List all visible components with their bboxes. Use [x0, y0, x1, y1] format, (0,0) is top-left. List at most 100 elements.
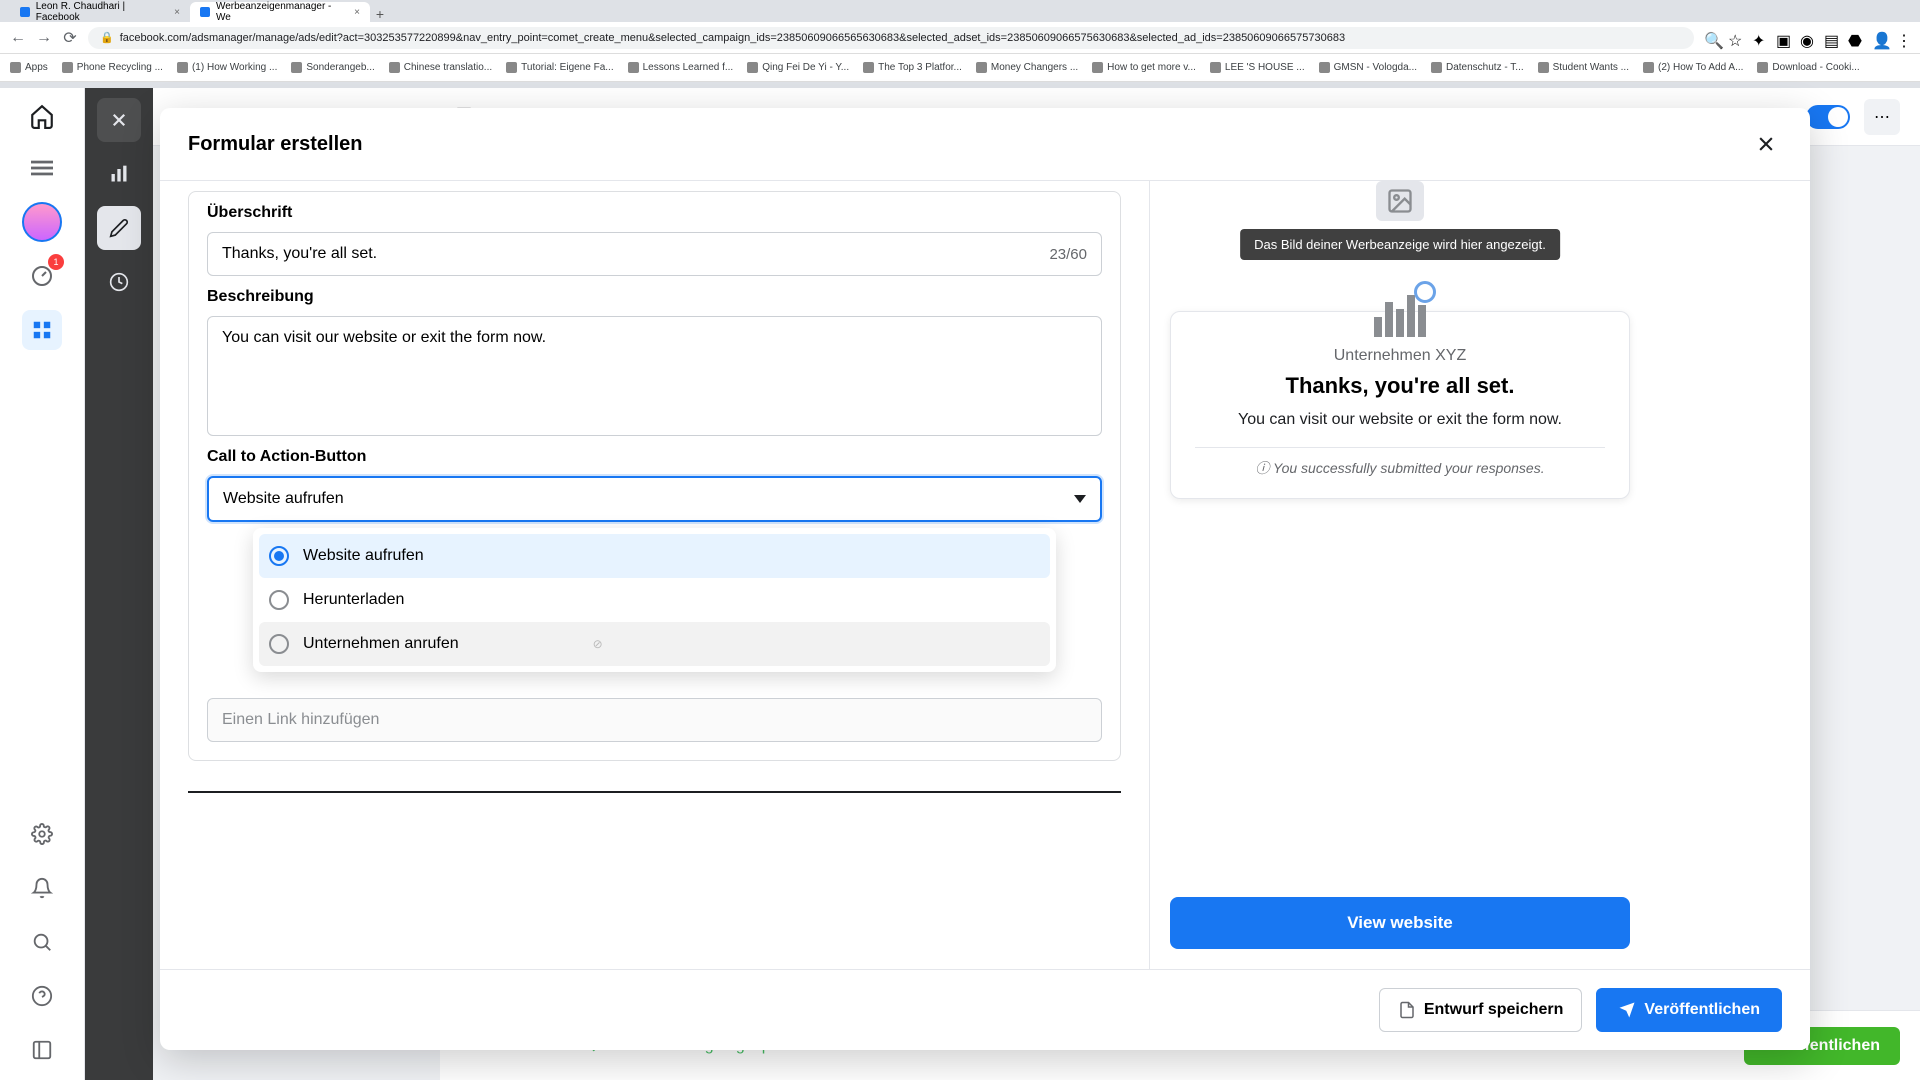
bookmark-icon — [291, 62, 302, 73]
divider — [1195, 447, 1605, 448]
section-divider — [188, 791, 1121, 793]
bookmark-item[interactable]: Download - Cooki... — [1757, 62, 1859, 73]
cta-option-download[interactable]: Herunterladen — [259, 578, 1050, 622]
modal-close-button[interactable] — [1750, 128, 1782, 160]
gear-icon[interactable] — [22, 814, 62, 854]
forward-icon[interactable]: → — [36, 30, 52, 46]
heading-input[interactable]: Thanks, you're all set. 23/60 — [207, 232, 1102, 276]
company-logo-icon — [1370, 287, 1430, 337]
browser-tab-1[interactable]: Werbeanzeigenmanager - We× — [190, 2, 370, 22]
preview-cta-button[interactable]: View website — [1170, 897, 1630, 949]
option-label: Herunterladen — [303, 591, 404, 609]
close-icon[interactable]: × — [174, 7, 180, 18]
bookmark-item[interactable]: The Top 3 Platfor... — [863, 62, 962, 73]
bookmark-item[interactable]: Money Changers ... — [976, 62, 1078, 73]
home-icon[interactable] — [24, 98, 60, 134]
description-textarea[interactable]: You can visit our website or exit the fo… — [207, 316, 1102, 436]
bookmark-bar: Apps Phone Recycling ... (1) How Working… — [0, 54, 1920, 82]
link-input[interactable]: Einen Link hinzufügen — [207, 698, 1102, 742]
menu-icon[interactable]: ⋮ — [1896, 31, 1910, 45]
edit-icon[interactable] — [97, 206, 141, 250]
favicon-icon — [20, 7, 30, 17]
bookmark-icon — [863, 62, 874, 73]
search-icon[interactable] — [22, 922, 62, 962]
more-menu-button[interactable]: ⋯ — [1864, 99, 1900, 135]
url-bar: ← → ⟳ 🔒facebook.com/adsmanager/manage/ad… — [0, 22, 1920, 54]
info-icon: ⓘ — [1255, 460, 1273, 476]
bookmark-icon — [177, 62, 188, 73]
bookmark-item[interactable]: (1) How Working ... — [177, 62, 277, 73]
preview-card: Unternehmen XYZ Thanks, you're all set. … — [1170, 311, 1630, 499]
help-icon[interactable] — [22, 976, 62, 1016]
bookmark-item[interactable]: Tutorial: Eigene Fa... — [506, 62, 613, 73]
extension-icon[interactable]: ▤ — [1824, 31, 1838, 45]
cursor-icon: ⊘ — [593, 637, 603, 651]
collapse-icon[interactable] — [22, 1030, 62, 1070]
bookmark-icon — [1757, 62, 1768, 73]
hamburger-menu-icon[interactable] — [22, 148, 62, 188]
form-pane: Überschrift Thanks, you're all set. 23/6… — [160, 181, 1150, 969]
close-editor-button[interactable] — [97, 98, 141, 142]
description-value: You can visit our website or exit the fo… — [222, 329, 546, 346]
publish-label: Veröffentlichen — [1644, 1001, 1760, 1019]
browser-tab-0[interactable]: Leon R. Chaudhari | Facebook × — [10, 2, 190, 22]
option-label: Website aufrufen — [303, 547, 424, 565]
bookmark-icon — [1643, 62, 1654, 73]
bookmark-item[interactable]: Sonderangeb... — [291, 62, 374, 73]
modal-title: Formular erstellen — [188, 133, 363, 156]
bookmark-item[interactable]: LEE 'S HOUSE ... — [1210, 62, 1305, 73]
send-icon — [1618, 1001, 1636, 1019]
chart-icon[interactable] — [97, 152, 141, 196]
heading-value: Thanks, you're all set. — [222, 245, 377, 263]
browser-chrome: Leon R. Chaudhari | Facebook × Werbeanzei… — [0, 0, 1920, 88]
avatar[interactable] — [22, 202, 62, 242]
extension-icon[interactable]: ✦ — [1752, 31, 1766, 45]
bookmark-item[interactable]: Student Wants ... — [1538, 62, 1629, 73]
extension-icon[interactable]: ⬣ — [1848, 31, 1862, 45]
facebook-left-rail: 1 — [0, 88, 85, 1080]
gauge-icon[interactable]: 1 — [22, 256, 62, 296]
bookmark-icon — [1538, 62, 1549, 73]
cta-selected-value: Website aufrufen — [223, 490, 344, 508]
save-draft-button[interactable]: Entwurf speichern — [1379, 988, 1583, 1032]
extension-icon[interactable]: ▣ — [1776, 31, 1790, 45]
bookmark-item[interactable]: Datenschutz - T... — [1431, 62, 1524, 73]
bookmark-item[interactable]: Qing Fei De Yi - Y... — [747, 62, 849, 73]
reload-icon[interactable]: ⟳ — [62, 30, 78, 46]
back-icon[interactable]: ← — [10, 30, 26, 46]
bookmark-item[interactable]: Chinese translatio... — [389, 62, 492, 73]
bookmark-item[interactable]: How to get more v... — [1092, 62, 1196, 73]
bookmark-icon — [1210, 62, 1221, 73]
zoom-icon[interactable]: 🔍 — [1704, 31, 1718, 45]
bell-icon[interactable] — [22, 868, 62, 908]
new-tab-button[interactable]: + — [370, 6, 390, 22]
cta-label: Call to Action-Button — [207, 448, 1102, 466]
cta-option-website[interactable]: Website aufrufen — [259, 534, 1050, 578]
ad-toggle[interactable] — [1806, 105, 1850, 129]
bookmark-item[interactable]: GMSN - Vologda... — [1319, 62, 1417, 73]
cta-select[interactable]: Website aufrufen — [207, 476, 1102, 522]
tab-title: Leon R. Chaudhari | Facebook — [36, 1, 168, 23]
star-icon[interactable]: ☆ — [1728, 31, 1742, 45]
apps-icon — [10, 62, 21, 73]
char-counter: 23/60 — [1049, 246, 1087, 263]
url-input[interactable]: 🔒facebook.com/adsmanager/manage/ads/edit… — [88, 27, 1694, 49]
save-draft-label: Entwurf speichern — [1424, 1001, 1564, 1019]
tab-bar: Leon R. Chaudhari | Facebook × Werbeanzei… — [0, 0, 1920, 22]
bookmark-item[interactable]: Phone Recycling ... — [62, 62, 163, 73]
profile-icon[interactable]: 👤 — [1872, 31, 1886, 45]
close-icon[interactable]: × — [354, 7, 360, 18]
extension-icon[interactable]: ◉ — [1800, 31, 1814, 45]
bookmark-item[interactable]: Apps — [10, 62, 48, 73]
bookmark-icon — [747, 62, 758, 73]
publish-form-button[interactable]: Veröffentlichen — [1596, 988, 1782, 1032]
favicon-icon — [200, 7, 210, 17]
history-icon[interactable] — [97, 260, 141, 304]
preview-image-area — [1170, 181, 1630, 221]
bookmark-icon — [976, 62, 987, 73]
bookmark-icon — [1319, 62, 1330, 73]
bookmark-item[interactable]: (2) How To Add A... — [1643, 62, 1743, 73]
bookmark-item[interactable]: Lessons Learned f... — [628, 62, 734, 73]
ads-manager-icon[interactable] — [22, 310, 62, 350]
cta-option-call[interactable]: Unternehmen anrufen⊘ — [259, 622, 1050, 666]
